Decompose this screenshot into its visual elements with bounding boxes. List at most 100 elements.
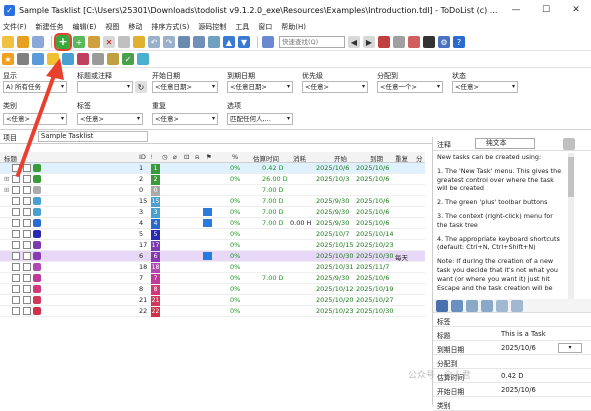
task-checkbox[interactable] bbox=[12, 164, 20, 172]
task-checkbox[interactable] bbox=[12, 285, 20, 293]
find-prev-icon[interactable]: ◀ bbox=[348, 36, 360, 48]
menu-view[interactable]: 视图 bbox=[105, 22, 119, 32]
task-row[interactable]: Associated Files with Tasks 17170%2025/1… bbox=[0, 240, 425, 251]
find-next-icon[interactable]: ▶ bbox=[363, 36, 375, 48]
menu-help[interactable]: 帮助(H) bbox=[281, 22, 306, 32]
property-row[interactable]: 标签 bbox=[433, 313, 591, 327]
expand-toggle[interactable]: ⊞ bbox=[4, 186, 9, 194]
remove-icon[interactable] bbox=[77, 53, 89, 65]
task-checkbox[interactable] bbox=[12, 230, 20, 238]
priority-badge[interactable]: 1 bbox=[151, 164, 160, 174]
help-icon[interactable]: ? bbox=[453, 36, 465, 48]
priority-badge[interactable]: 15 bbox=[151, 197, 160, 207]
print-icon[interactable] bbox=[393, 36, 405, 48]
move-icon[interactable] bbox=[178, 36, 190, 48]
task-row[interactable]: Likewise for the task's St... 550%2025/1… bbox=[0, 229, 425, 240]
list-view-icon[interactable] bbox=[451, 299, 463, 312]
task-checkbox[interactable] bbox=[12, 263, 20, 271]
menu-tools[interactable]: 工具 bbox=[235, 22, 249, 32]
title-filter-input[interactable] bbox=[77, 81, 133, 93]
comment-icon[interactable] bbox=[62, 53, 74, 65]
menu-source-control[interactable]: 源码控制 bbox=[198, 22, 226, 32]
priority-badge[interactable]: 18 bbox=[151, 263, 160, 273]
priority-badge[interactable]: 21 bbox=[151, 296, 160, 306]
task-row[interactable]: Filtering Tasks Once you h...18180%2025/… bbox=[0, 262, 425, 273]
task-checkbox[interactable] bbox=[12, 175, 20, 183]
task-done-checkbox[interactable] bbox=[23, 175, 31, 183]
property-value[interactable]: 0.42 D bbox=[501, 372, 524, 380]
notes-menu-icon[interactable] bbox=[563, 138, 575, 150]
maximize-button[interactable]: ☐ bbox=[531, 0, 561, 20]
col-due[interactable]: 到期 bbox=[370, 153, 383, 163]
task-checkbox[interactable] bbox=[12, 252, 20, 260]
property-row[interactable]: 标题 This is a Task bbox=[433, 327, 591, 341]
property-row[interactable]: 分配到 bbox=[433, 355, 591, 369]
prop-up-icon[interactable] bbox=[496, 299, 508, 312]
edit-icon[interactable] bbox=[88, 36, 100, 48]
priority-badge[interactable]: 8 bbox=[151, 285, 160, 295]
task-done-checkbox[interactable] bbox=[23, 252, 31, 260]
delete-icon[interactable]: ✕ bbox=[103, 36, 115, 48]
priority-badge[interactable]: 3 bbox=[151, 208, 160, 218]
task-row[interactable]: ⊞This is a completed task A...007.00 D bbox=[0, 185, 425, 196]
task-done-checkbox[interactable] bbox=[23, 219, 31, 227]
expand-toggle[interactable]: ⊞ bbox=[4, 175, 9, 183]
notes-text[interactable]: New tasks can be created using: 1. The 'N… bbox=[437, 153, 565, 297]
task-checkbox[interactable] bbox=[12, 208, 20, 216]
col-spent[interactable]: 消耗 bbox=[293, 153, 306, 163]
task-row[interactable]: Categorizing Tasks To ad...440%7.00 D0.0… bbox=[0, 218, 425, 229]
close-button[interactable]: ✕ bbox=[561, 0, 591, 20]
task-done-checkbox[interactable] bbox=[23, 197, 31, 205]
flag-col-icon[interactable]: ⚑ bbox=[206, 153, 212, 161]
priority-badge[interactable]: 17 bbox=[151, 241, 160, 251]
preferences-icon[interactable]: ⚙ bbox=[438, 36, 450, 48]
allocated-to-filter[interactable]: <任意一个> bbox=[377, 81, 443, 93]
task-checkbox[interactable] bbox=[12, 307, 20, 315]
task-done-checkbox[interactable] bbox=[23, 230, 31, 238]
collapse-icon[interactable] bbox=[466, 299, 478, 312]
copy-icon[interactable] bbox=[118, 36, 130, 48]
col-allocated[interactable]: 分 bbox=[416, 153, 423, 163]
task-row[interactable]: Navigating the Tasklist T...660%2025/10/… bbox=[0, 251, 425, 262]
redo-icon[interactable]: ↷ bbox=[163, 36, 175, 48]
task-done-checkbox[interactable] bbox=[23, 263, 31, 271]
task-checkbox[interactable] bbox=[12, 219, 20, 227]
priority-badge[interactable]: 4 bbox=[151, 219, 160, 229]
bell-icon[interactable] bbox=[133, 36, 145, 48]
undo-icon[interactable]: ↶ bbox=[148, 36, 160, 48]
recurrence-filter[interactable]: <任意> bbox=[152, 113, 218, 125]
property-value[interactable]: 2025/10/6 bbox=[501, 386, 536, 394]
bell-col-icon[interactable]: ⍾ bbox=[195, 153, 199, 162]
task-row[interactable]: Importing Tasks ToDoList...770%7.00 D202… bbox=[0, 273, 425, 284]
star-icon[interactable]: ★ bbox=[2, 53, 14, 65]
due-date-filter[interactable]: <任意日期> bbox=[227, 81, 293, 93]
task-done-checkbox[interactable] bbox=[23, 186, 31, 194]
notes-format-select[interactable]: 纯文本 bbox=[475, 138, 535, 149]
priority-badge[interactable]: 22 bbox=[151, 307, 160, 317]
status-filter[interactable]: <任意> bbox=[452, 81, 518, 93]
property-row[interactable]: 类别 bbox=[433, 397, 591, 411]
task-done-checkbox[interactable] bbox=[23, 164, 31, 172]
globe-icon[interactable] bbox=[137, 53, 149, 65]
priority-badge[interactable]: 7 bbox=[151, 274, 160, 284]
options-filter[interactable]: 匹配任何人,... bbox=[227, 113, 293, 125]
menu-file[interactable]: 文件(F) bbox=[3, 22, 27, 32]
flag-icon[interactable] bbox=[47, 53, 59, 65]
task-checkbox[interactable] bbox=[12, 274, 20, 282]
sort-icon[interactable] bbox=[208, 36, 220, 48]
lock-icon[interactable] bbox=[408, 36, 420, 48]
task-row[interactable]: This is a Task New tasks c...110%0.42 D2… bbox=[0, 163, 425, 174]
quick-find-input[interactable]: 快速查找(Q) bbox=[279, 36, 345, 48]
task-row[interactable]: Adding Comments to Tasks 15150%7.00 D202… bbox=[0, 196, 425, 207]
task-checkbox[interactable] bbox=[12, 296, 20, 304]
new-subtask-icon[interactable]: + bbox=[73, 36, 85, 48]
menu-window[interactable]: 窗口 bbox=[258, 22, 272, 32]
check-icon[interactable]: ✓ bbox=[122, 53, 134, 65]
task-row[interactable]: Colouring Tasks Tasks ca...330%7.00 D202… bbox=[0, 207, 425, 218]
task-done-checkbox[interactable] bbox=[23, 307, 31, 315]
col-recur[interactable]: 重复 bbox=[395, 153, 408, 163]
menu-move[interactable]: 移动 bbox=[128, 22, 142, 32]
lock-col-icon[interactable]: ⊡ bbox=[184, 153, 189, 161]
col-estimate[interactable]: 估算时间 bbox=[253, 153, 279, 163]
task-done-checkbox[interactable] bbox=[23, 296, 31, 304]
